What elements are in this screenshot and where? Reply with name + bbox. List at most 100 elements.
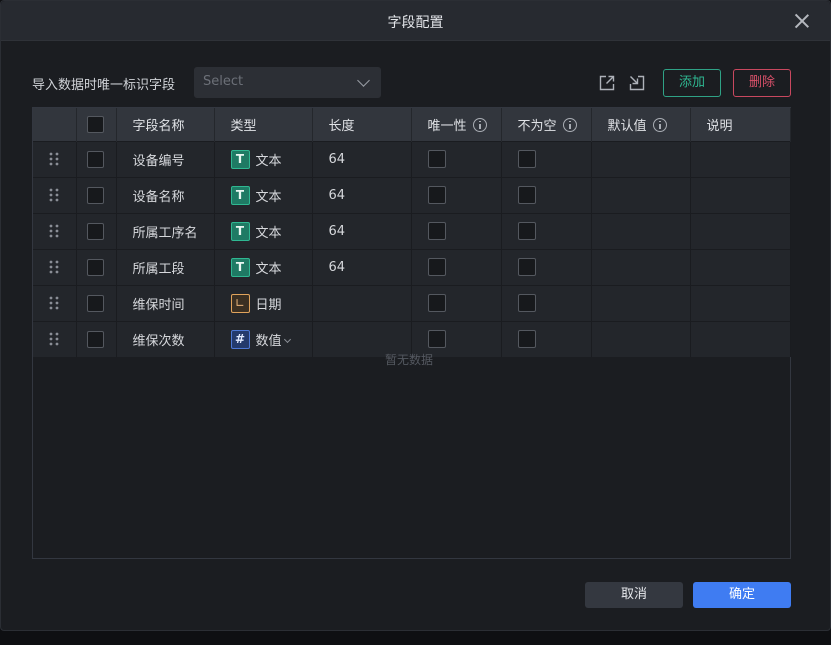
unique-checkbox[interactable] bbox=[427, 186, 446, 204]
select-all-checkbox[interactable] bbox=[86, 115, 104, 133]
description-cell[interactable] bbox=[690, 284, 791, 321]
field-length-cell[interactable]: 64 bbox=[312, 212, 412, 249]
cancel-button[interactable]: 取消 bbox=[585, 582, 683, 608]
header-drag-cell bbox=[33, 108, 77, 141]
not-null-checkbox[interactable] bbox=[517, 330, 536, 349]
info-icon[interactable] bbox=[472, 117, 487, 132]
dialog-title: 字段配置 bbox=[387, 15, 444, 31]
default-value-cell[interactable] bbox=[591, 140, 691, 177]
drag-cell bbox=[33, 176, 77, 213]
field-type-cell[interactable]: T 文本 bbox=[214, 248, 313, 285]
export-icon[interactable] bbox=[598, 74, 616, 92]
unique-cell bbox=[411, 212, 502, 249]
select-cell bbox=[76, 140, 117, 177]
not-null-cell bbox=[501, 176, 592, 213]
unique-checkbox[interactable] bbox=[427, 222, 446, 240]
empty-text: 暂无数据 bbox=[385, 353, 434, 367]
unique-checkbox[interactable] bbox=[427, 294, 446, 312]
ok-button[interactable]: 确定 bbox=[693, 582, 791, 608]
select-cell bbox=[76, 212, 117, 249]
header-unique-label: 唯一性 bbox=[427, 118, 467, 134]
field-name-cell[interactable]: 设备名称 bbox=[116, 176, 215, 213]
select-cell bbox=[76, 320, 117, 357]
description-cell[interactable] bbox=[690, 248, 791, 285]
info-icon[interactable] bbox=[652, 117, 667, 132]
row-checkbox[interactable] bbox=[86, 150, 104, 168]
row-checkbox[interactable] bbox=[86, 294, 104, 312]
text-type-icon: T bbox=[230, 257, 250, 277]
default-value-cell[interactable] bbox=[591, 284, 691, 321]
info-icon[interactable] bbox=[562, 117, 577, 132]
description-cell[interactable] bbox=[690, 140, 791, 177]
field-type-cell[interactable]: T 文本 bbox=[214, 176, 313, 213]
field-name-cell[interactable]: 所属工段 bbox=[116, 248, 215, 285]
unique-cell bbox=[411, 176, 502, 213]
unique-field-label: 导入数据时唯一标识字段 bbox=[32, 78, 176, 93]
unique-checkbox[interactable] bbox=[427, 258, 446, 276]
row-checkbox[interactable] bbox=[86, 330, 104, 348]
import-icon[interactable] bbox=[628, 74, 646, 92]
drag-cell bbox=[33, 248, 77, 285]
field-length-cell[interactable]: 64 bbox=[312, 176, 412, 213]
not-null-cell bbox=[501, 212, 592, 249]
drag-handle-icon[interactable] bbox=[49, 152, 59, 166]
not-null-checkbox[interactable] bbox=[517, 258, 536, 276]
text-type-icon: T bbox=[230, 185, 250, 205]
field-type-cell[interactable]: # 数值 bbox=[214, 320, 313, 357]
field-name-cell[interactable]: 维保时间 bbox=[116, 284, 215, 321]
drag-handle-icon[interactable] bbox=[49, 332, 59, 346]
field-table: 字段名称 类型 长度 唯一性 不为空 默认值 说明 设备编号 T 文本 64 设备名称 T… bbox=[32, 107, 791, 559]
row-checkbox[interactable] bbox=[86, 186, 104, 204]
row-checkbox[interactable] bbox=[86, 258, 104, 276]
unique-cell bbox=[411, 140, 502, 177]
field-type-label: 数值 bbox=[255, 333, 282, 349]
table-header-row: 字段名称 类型 长度 唯一性 不为空 默认值 说明 bbox=[33, 108, 791, 141]
field-name-cell[interactable]: 所属工序名 bbox=[116, 212, 215, 249]
table-row: 维保时间 ∟ 日期 bbox=[33, 284, 791, 321]
drag-handle-icon[interactable] bbox=[49, 296, 59, 310]
drag-handle-icon[interactable] bbox=[49, 188, 59, 202]
header-not-null: 不为空 bbox=[501, 108, 592, 141]
field-type-cell[interactable]: T 文本 bbox=[214, 140, 313, 177]
field-name-cell[interactable]: 设备编号 bbox=[116, 140, 215, 177]
text-type-icon: T bbox=[230, 221, 250, 241]
select-cell bbox=[76, 176, 117, 213]
delete-button[interactable]: 删除 bbox=[733, 69, 791, 97]
drag-handle-icon[interactable] bbox=[49, 260, 59, 274]
not-null-checkbox[interactable] bbox=[517, 186, 536, 204]
drag-cell bbox=[33, 320, 77, 357]
header-unique: 唯一性 bbox=[411, 108, 502, 141]
field-length-cell[interactable]: 64 bbox=[312, 248, 412, 285]
field-type-cell[interactable]: ∟ 日期 bbox=[214, 284, 313, 321]
description-cell[interactable] bbox=[690, 176, 791, 213]
field-type-label: 文本 bbox=[255, 261, 282, 277]
default-value-cell[interactable] bbox=[591, 212, 691, 249]
not-null-checkbox[interactable] bbox=[517, 222, 536, 240]
default-value-cell[interactable] bbox=[591, 320, 691, 357]
drag-cell bbox=[33, 140, 77, 177]
field-name-cell[interactable]: 维保次数 bbox=[116, 320, 215, 357]
description-cell[interactable] bbox=[690, 320, 791, 357]
not-null-checkbox[interactable] bbox=[517, 150, 536, 168]
field-type-label: 文本 bbox=[255, 189, 282, 205]
default-value-cell[interactable] bbox=[591, 176, 691, 213]
unique-checkbox[interactable] bbox=[427, 330, 446, 349]
header-type: 类型 bbox=[214, 108, 313, 141]
field-length-cell[interactable]: 64 bbox=[312, 140, 412, 177]
unique-field-select[interactable]: Select bbox=[194, 67, 381, 98]
description-cell[interactable] bbox=[690, 212, 791, 249]
close-icon[interactable] bbox=[794, 13, 810, 29]
field-type-cell[interactable]: T 文本 bbox=[214, 212, 313, 249]
drag-handle-icon[interactable] bbox=[49, 224, 59, 238]
add-button[interactable]: 添加 bbox=[663, 69, 721, 97]
field-length-cell[interactable] bbox=[312, 284, 412, 321]
unique-checkbox[interactable] bbox=[427, 150, 446, 168]
row-checkbox[interactable] bbox=[86, 222, 104, 240]
default-value-cell[interactable] bbox=[591, 248, 691, 285]
not-null-checkbox[interactable] bbox=[517, 294, 536, 312]
field-type-label: 文本 bbox=[255, 153, 282, 169]
field-config-dialog: 字段配置 导入数据时唯一标识字段 Select 添加 删除 字段名称 类型 长度… bbox=[0, 0, 831, 631]
header-description: 说明 bbox=[690, 108, 791, 141]
not-null-cell bbox=[501, 284, 592, 321]
field-type-label: 日期 bbox=[255, 297, 282, 313]
